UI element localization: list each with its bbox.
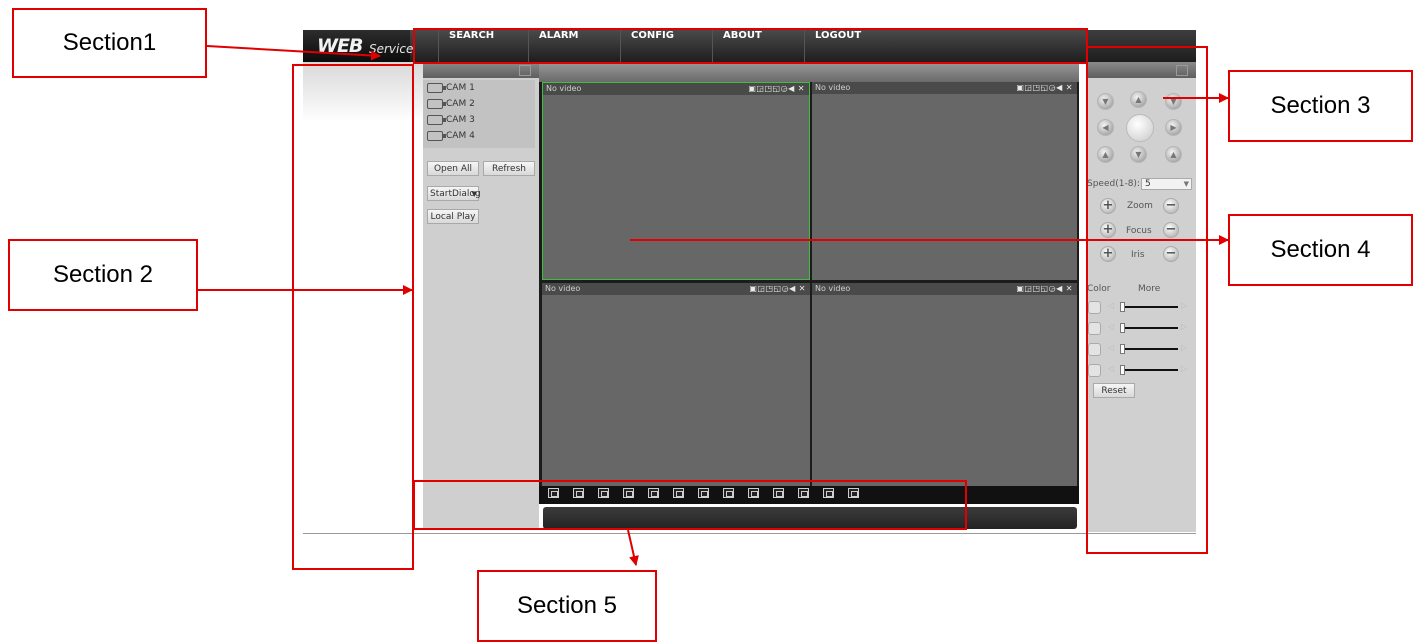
section5-callout: Section 5	[477, 570, 657, 642]
section5-arrow	[627, 529, 639, 566]
section4-callout: Section 4	[1228, 214, 1413, 286]
annotation-arrows	[198, 45, 1229, 566]
section3-label: Section 3	[1270, 92, 1371, 119]
section4-label: Section 4	[1270, 236, 1371, 263]
section3-callout: Section 3	[1228, 70, 1413, 142]
section1-label: Section1	[62, 29, 157, 56]
section2-label: Section 2	[52, 261, 154, 288]
section2-callout: Section 2	[8, 239, 198, 311]
section5-label: Section 5	[516, 592, 618, 619]
section1-arrow	[206, 45, 381, 61]
section1-callout: Section1	[12, 8, 207, 78]
